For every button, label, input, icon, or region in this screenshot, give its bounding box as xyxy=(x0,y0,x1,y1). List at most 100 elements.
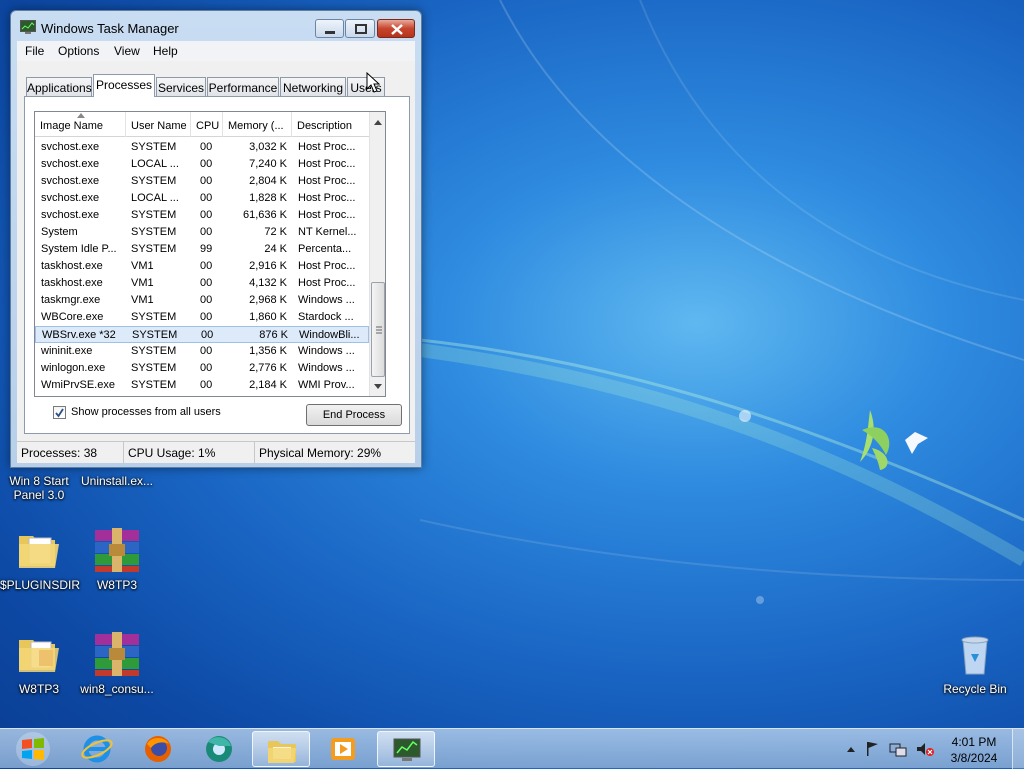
cell-memory: 2,776 K xyxy=(249,362,287,374)
cell-user-name: SYSTEM xyxy=(131,345,177,357)
taskbar-task-manager[interactable] xyxy=(377,731,435,767)
cell-memory: 1,356 K xyxy=(249,345,287,357)
show-desktop-button[interactable] xyxy=(1012,729,1024,769)
cell-memory: 2,804 K xyxy=(249,175,287,187)
desktop-icon-win8-consumer[interactable]: win8_consu... xyxy=(78,630,156,696)
cell-memory: 1,860 K xyxy=(249,311,287,323)
taskbar-media-player[interactable] xyxy=(314,731,372,767)
tab-performance[interactable]: Performance xyxy=(207,77,279,96)
table-row[interactable]: svchost.exe LOCAL ... 00 1,828 K Host Proc..… xyxy=(35,190,369,207)
winrar-archive-icon xyxy=(95,632,139,676)
table-row[interactable]: wininit.exe SYSTEM 00 1,356 K Windows ... xyxy=(35,343,369,360)
column-description[interactable]: Description xyxy=(292,112,369,137)
cell-image-name: WmiPrvSE.exe xyxy=(41,379,115,391)
taskbar-internet-explorer[interactable] xyxy=(68,731,126,767)
title-bar[interactable]: Windows Task Manager xyxy=(11,11,421,41)
table-row[interactable]: taskhost.exe VM1 00 4,132 K Host Proc... xyxy=(35,275,369,292)
cell-image-name: svchost.exe xyxy=(41,175,100,187)
start-button[interactable] xyxy=(10,731,56,767)
table-row[interactable]: WmiPrvSE.exe SYSTEM 00 2,184 K WMI Prov... xyxy=(35,377,369,394)
cell-description: Host Proc... xyxy=(298,209,356,221)
cell-cpu: 00 xyxy=(201,329,214,341)
desktop-icon-uninstall[interactable]: Uninstall.ex... xyxy=(78,474,156,488)
table-row[interactable]: WBSrv.exe *32 SYSTEM 00 876 K WindowBli... xyxy=(35,326,369,343)
cell-description: Host Proc... xyxy=(298,175,356,187)
taskbar-firefox[interactable] xyxy=(129,731,187,767)
table-row[interactable]: svchost.exe SYSTEM 00 61,636 K Host Proc... xyxy=(35,207,369,224)
cell-cpu: 00 xyxy=(200,158,213,170)
taskbar-file-explorer[interactable] xyxy=(252,731,310,767)
tab-processes[interactable]: Processes xyxy=(93,74,155,97)
tab-services[interactable]: Services xyxy=(156,77,206,96)
column-image-name[interactable]: Image Name xyxy=(35,112,126,137)
cell-memory: 2,184 K xyxy=(249,379,287,391)
minimize-button[interactable] xyxy=(315,19,344,38)
show-hidden-icons-icon xyxy=(847,747,855,752)
menu-help[interactable]: Help xyxy=(153,44,178,58)
desktop-icon-w8tp3-folder[interactable]: W8TP3 xyxy=(0,630,78,696)
end-process-button[interactable]: End Process xyxy=(306,404,402,426)
cell-memory: 3,032 K xyxy=(249,141,287,153)
cell-memory: 2,916 K xyxy=(249,260,287,272)
table-row[interactable]: taskmgr.exe VM1 00 2,968 K Windows ... xyxy=(35,292,369,309)
show-all-users-label: Show processes from all users xyxy=(71,406,221,418)
column-user-name[interactable]: User Name xyxy=(126,112,191,137)
menu-file[interactable]: File xyxy=(25,44,44,58)
desktop-icon-w8tp3-archive[interactable]: W8TP3 xyxy=(78,526,156,592)
cell-image-name: svchost.exe xyxy=(41,192,100,204)
cell-image-name: taskhost.exe xyxy=(41,260,103,272)
cell-description: Stardock ... xyxy=(298,311,354,323)
cell-user-name: SYSTEM xyxy=(132,329,178,341)
task-manager-window[interactable]: Windows Task Manager File Options View H… xyxy=(10,10,422,468)
task-manager-icon xyxy=(20,20,36,34)
column-memory[interactable]: Memory (... xyxy=(223,112,292,137)
clock-time: 4:01 PM xyxy=(951,735,997,749)
taskbar-browser[interactable] xyxy=(190,731,248,767)
table-row[interactable]: System SYSTEM 00 72 K NT Kernel... xyxy=(35,224,369,241)
menu-view[interactable]: View xyxy=(114,44,140,58)
cell-user-name: SYSTEM xyxy=(131,362,177,374)
cell-cpu: 00 xyxy=(200,345,213,357)
scroll-thumb[interactable] xyxy=(371,282,385,377)
tab-networking[interactable]: Networking xyxy=(280,77,346,96)
cell-cpu: 00 xyxy=(200,141,213,153)
tab-applications[interactable]: Applications xyxy=(26,77,92,96)
menu-options[interactable]: Options xyxy=(58,44,99,58)
column-cpu[interactable]: CPU xyxy=(191,112,223,137)
scroll-down-icon[interactable] xyxy=(374,384,382,389)
cell-memory: 61,636 K xyxy=(242,209,287,221)
taskbar: 4:01 PM 3/8/2024 xyxy=(0,728,1024,769)
table-row[interactable]: WBCore.exe SYSTEM 00 1,860 K Stardock ... xyxy=(35,309,369,326)
cell-user-name: LOCAL ... xyxy=(131,158,179,170)
grip-icon xyxy=(376,326,382,334)
desktop-icon-recycle-bin[interactable]: Recycle Bin xyxy=(936,630,1014,696)
process-rows: svchost.exe SYSTEM 00 3,032 K Host Proc... sv… xyxy=(35,139,369,394)
desktop-icon-pluginsdir[interactable]: $PLUGINSDIR xyxy=(0,526,80,592)
scroll-up-icon[interactable] xyxy=(374,120,382,125)
table-row[interactable]: taskhost.exe VM1 00 2,916 K Host Proc... xyxy=(35,258,369,275)
cell-cpu: 00 xyxy=(200,362,213,374)
vertical-scrollbar[interactable] xyxy=(369,112,385,396)
folder-icon xyxy=(19,640,59,672)
close-button[interactable] xyxy=(377,19,415,38)
maximize-icon xyxy=(355,24,367,34)
maximize-button[interactable] xyxy=(345,19,375,38)
desktop-icon-win8-start-panel[interactable]: Win 8 Start Panel 3.0 xyxy=(0,474,78,502)
table-row[interactable]: svchost.exe SYSTEM 00 2,804 K Host Proc... xyxy=(35,173,369,190)
taskbar-clock[interactable]: 4:01 PM 3/8/2024 xyxy=(944,734,1004,766)
cell-memory: 7,240 K xyxy=(249,158,287,170)
table-row[interactable]: svchost.exe LOCAL ... 00 7,240 K Host Proc..… xyxy=(35,156,369,173)
clock-date: 3/8/2024 xyxy=(950,751,998,765)
window-body: Applications Processes Services Performa… xyxy=(17,61,415,441)
table-row[interactable]: winlogon.exe SYSTEM 00 2,776 K Windows ... xyxy=(35,360,369,377)
close-icon xyxy=(391,24,403,35)
cell-image-name: WBSrv.exe *32 xyxy=(42,329,116,341)
table-row[interactable]: System Idle P... SYSTEM 99 24 K Percenta... xyxy=(35,241,369,258)
process-list[interactable]: Image Name User Name CPU Memory (... Des… xyxy=(34,111,386,397)
cell-cpu: 00 xyxy=(200,209,213,221)
table-row[interactable]: svchost.exe SYSTEM 00 3,032 K Host Proc... xyxy=(35,139,369,156)
cell-cpu: 00 xyxy=(200,294,213,306)
cell-image-name: taskmgr.exe xyxy=(41,294,101,306)
mouse-cursor-icon xyxy=(366,72,380,93)
show-all-users-checkbox[interactable] xyxy=(53,406,66,419)
